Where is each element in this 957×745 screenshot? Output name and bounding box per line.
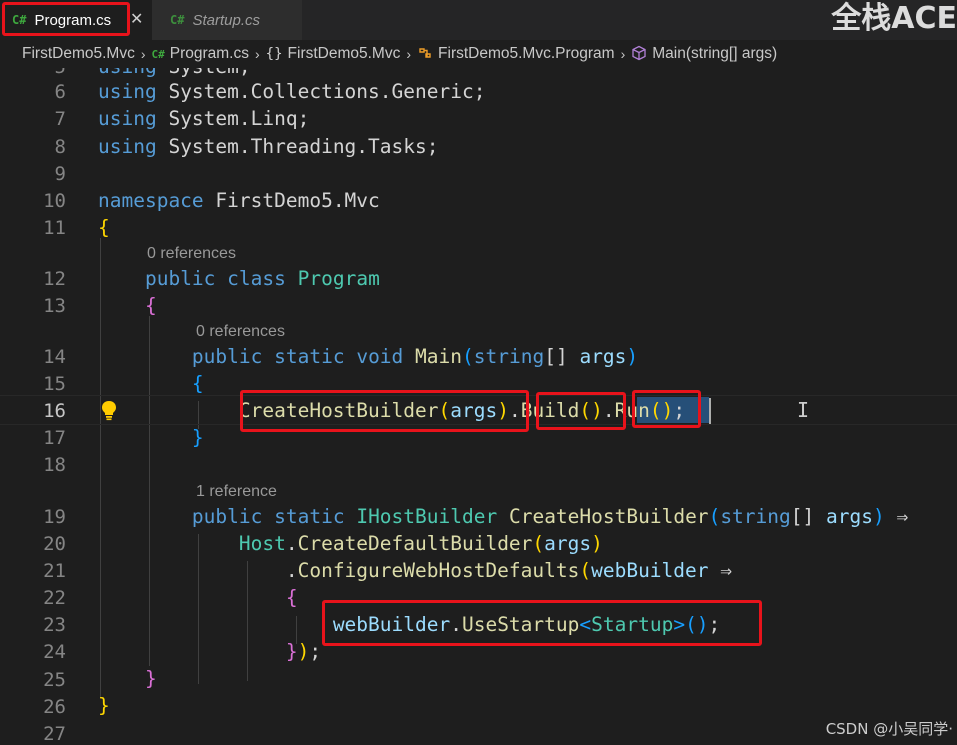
breadcrumb-label: Main(string[] args) [652,45,778,62]
code-line: using System.Linq; [98,107,310,130]
code-line: { [191,372,204,395]
lightbulb-icon[interactable] [100,399,118,425]
breadcrumb: FirstDemo5.Mvc › C# Program.cs › {} Firs… [0,40,957,68]
line-number: 7 [54,108,66,130]
line-number: 9 [54,163,66,185]
csharp-file-icon: C# [151,47,165,61]
codelens-references[interactable]: 0 references [147,245,236,263]
code-line: { [98,216,110,239]
line-number: 20 [43,533,66,555]
watermark-text: 全栈ACE [831,1,957,36]
highlight-box-createhostbuilder [240,390,529,432]
code-line: namespace FirstDemo5.Mvc [98,189,380,212]
watermark-text: CSDN @小吴同学· [825,720,953,738]
code-line: public static void Main(string[] args) [191,345,639,368]
breadcrumb-item-file[interactable]: C# Program.cs [152,45,250,63]
chevron-right-icon: › [406,46,412,62]
editor-tab-bar: C# Program.cs ✕ C# Startup.cs 全栈ACE [0,0,957,40]
line-number: 11 [43,217,66,239]
code-line: } [191,426,204,449]
line-number: 25 [43,669,66,691]
breadcrumb-label: FirstDemo5.Mvc [287,45,401,62]
breadcrumb-item-class[interactable]: FirstDemo5.Mvc.Program [417,45,615,64]
text-cursor [709,398,711,424]
code-line: .ConfigureWebHostDefaults(webBuilder ⇒ [285,559,733,582]
code-line: using System.Threading.Tasks; [98,135,439,158]
mouse-ibeam-cursor: I [797,398,810,422]
line-number: 17 [43,427,66,449]
tab-program-cs[interactable]: C# Program.cs ✕ [0,0,152,40]
code-line: } [144,667,157,690]
highlight-box-run [632,390,701,428]
line-number: 23 [43,614,66,636]
breadcrumb-item-namespace[interactable]: {} FirstDemo5.Mvc [266,45,401,63]
code-line: public class Program [144,267,380,290]
code-line: public static IHostBuilder CreateHostBui… [191,505,909,528]
code-line: { [144,294,157,317]
line-number: 6 [54,81,66,103]
line-number: 21 [43,560,66,582]
close-icon[interactable]: ✕ [130,9,143,28]
line-number: 12 [43,268,66,290]
code-line: Host.CreateDefaultBuilder(args) [238,532,603,555]
line-number: 22 [43,587,66,609]
line-number: 15 [43,373,66,395]
chevron-right-icon: › [255,46,260,62]
highlight-box-build [536,392,626,430]
code-editor[interactable]: 5 6 7 8 9 10 11 12 13 14 15 16 17 18 19 … [0,68,957,745]
line-number: 8 [54,136,66,158]
breadcrumb-label: Program.cs [169,45,249,62]
line-number: 10 [43,190,66,212]
code-line: }); [285,640,322,663]
line-number: 16 [43,400,66,422]
line-number: 18 [43,454,66,476]
csharp-file-icon: C# [170,13,185,27]
highlight-box [2,2,130,36]
namespace-braces-icon: {} [265,46,283,62]
chevron-right-icon: › [140,46,146,62]
breadcrumb-item-method[interactable]: Main(string[] args) [631,45,777,64]
highlight-box-usestartup [322,600,762,646]
line-number: 26 [43,696,66,718]
chevron-right-icon: › [620,46,626,62]
line-number: 19 [43,506,66,528]
breadcrumb-label: FirstDemo5.Mvc.Program [438,45,615,62]
tab-label: Startup.cs [192,11,260,29]
line-number: 5 [0,68,66,78]
code-line: } [98,694,110,717]
line-number: 27 [43,723,66,745]
code-line: using System.Collections.Generic; [98,80,486,103]
line-number: 24 [43,641,66,663]
breadcrumb-label: FirstDemo5.Mvc [22,45,135,62]
tab-startup-cs[interactable]: C# Startup.cs [152,0,302,40]
codelens-references[interactable]: 0 references [196,323,285,341]
line-number: 14 [43,346,66,368]
code-line: using System; [98,68,251,78]
code-line: { [285,586,298,609]
class-icon [417,45,433,64]
codelens-references[interactable]: 1 reference [196,483,277,501]
line-number: 13 [43,295,66,317]
method-cube-icon [631,45,647,64]
breadcrumb-item-project[interactable]: FirstDemo5.Mvc [22,45,135,63]
